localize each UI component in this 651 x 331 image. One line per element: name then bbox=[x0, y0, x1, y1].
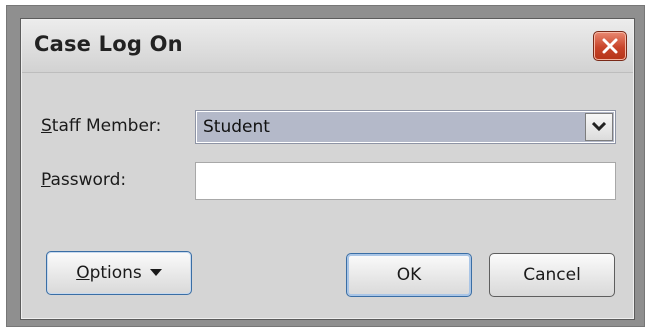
staff-member-dropdown-button[interactable] bbox=[585, 113, 613, 141]
close-button[interactable] bbox=[593, 31, 627, 61]
options-label: ptions bbox=[89, 263, 142, 283]
ok-button[interactable]: OK bbox=[346, 253, 472, 297]
caret-down-icon bbox=[149, 250, 162, 292]
password-field[interactable] bbox=[195, 162, 616, 200]
case-log-on-dialog: Case Log On Staff Member: Student Passwo… bbox=[20, 18, 635, 320]
password-label: Password: bbox=[41, 170, 126, 190]
close-icon bbox=[602, 38, 618, 54]
staff-member-value: Student bbox=[203, 117, 270, 137]
staff-member-label-text: taff Member: bbox=[51, 116, 162, 136]
window-title: Case Log On bbox=[34, 32, 183, 56]
cancel-button[interactable]: Cancel bbox=[489, 253, 615, 297]
password-label-text: assword: bbox=[50, 170, 127, 190]
options-accelerator: O bbox=[76, 263, 90, 283]
staff-member-label: Staff Member: bbox=[41, 116, 161, 136]
password-accelerator: P bbox=[41, 170, 51, 190]
staff-member-accelerator: S bbox=[41, 116, 52, 136]
staff-member-select[interactable]: Student bbox=[195, 110, 616, 144]
chevron-down-icon bbox=[592, 122, 606, 132]
options-button[interactable]: Options bbox=[46, 251, 192, 295]
screenshot-frame: Case Log On Staff Member: Student Passwo… bbox=[6, 5, 645, 327]
title-bar[interactable]: Case Log On bbox=[22, 20, 633, 73]
